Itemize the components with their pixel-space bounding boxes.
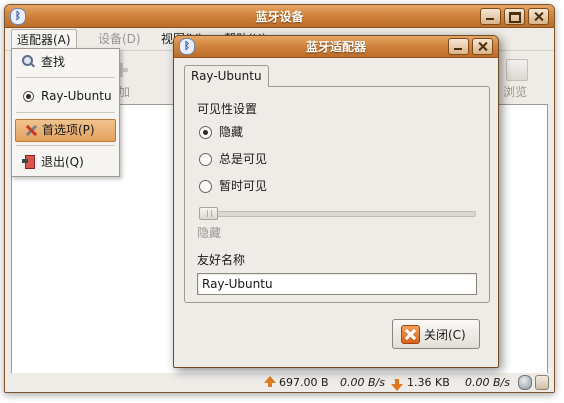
download-rate: 0.00 B/s [465,376,510,389]
menu-device[interactable]: 设备(D) [93,31,146,48]
statusbar: 697.00 B 0.00 B/s 1.36 KB 0.00 B/s [5,373,554,392]
upload-total: 697.00 B [279,376,329,389]
storage-icon[interactable] [535,375,549,390]
radio-always-visible-label: 总是可见 [219,152,268,166]
radio-unchecked-icon [199,153,212,166]
close-icon [401,325,420,344]
preferences-icon [25,124,38,137]
quit-icon [22,155,35,169]
radio-selected-icon [22,90,35,103]
menu-item-quit[interactable]: 退出(Q) [13,151,118,173]
adapter-dialog: ᛒ 蓝牙适配器 Ray-Ubuntu 可见性设置 隐藏 总是可见 暂时可见 隐藏… [173,35,499,368]
menu-item-adapter-label: Ray-Ubuntu [41,89,112,103]
radio-always-visible[interactable]: 总是可见 [199,150,267,168]
menu-item-adapter[interactable]: Ray-Ubuntu [13,85,118,107]
radio-hidden[interactable]: 隐藏 [199,123,243,141]
close-window-button[interactable] [528,8,549,25]
browse-icon [506,59,528,81]
menu-item-preferences-label: 首选项(P) [42,123,95,137]
menu-item-find[interactable]: 查找 [13,51,118,73]
menu-item-find-label: 查找 [41,55,66,69]
tab-adapter[interactable]: Ray-Ubuntu [184,65,269,87]
dialog-minimize-button[interactable] [448,38,469,55]
minimize-button[interactable] [480,8,501,25]
radio-unchecked-icon [199,180,212,193]
visibility-slider-handle[interactable] [199,207,218,220]
menu-item-preferences[interactable]: 首选项(P) [15,119,116,142]
menu-separator [16,112,115,113]
friendly-name-label: 友好名称 [197,253,246,267]
dialog-titlebar[interactable]: ᛒ 蓝牙适配器 [174,36,498,58]
download-total: 1.36 KB [407,376,450,389]
download-arrow-icon [391,379,403,391]
radio-checked-icon [199,126,212,139]
window-title: 蓝牙设备 [255,10,304,24]
find-icon [22,55,35,68]
tab-panel: 可见性设置 隐藏 总是可见 暂时可见 隐藏 友好名称 Ray-Ubuntu [184,86,490,303]
menu-item-quit-label: 退出(Q) [41,155,84,169]
visibility-heading: 可见性设置 [197,102,258,116]
menu-adapter[interactable]: 适配器(A) [11,29,77,50]
dialog-close-window-button[interactable] [472,38,493,55]
radio-temporarily-visible[interactable]: 暂时可见 [199,177,267,195]
toolbar-browse-label[interactable]: 浏览 [503,83,527,100]
friendly-name-input[interactable]: Ray-Ubuntu [197,273,477,295]
upload-arrow-icon [264,376,276,387]
visibility-slider-track[interactable] [199,211,476,217]
maximize-button[interactable] [504,8,525,25]
security-icon[interactable] [518,375,532,390]
upload-rate: 0.00 B/s [340,376,385,389]
adapter-menu: 查找 Ray-Ubuntu 首选项(P) 退出(Q) [11,48,120,177]
slider-caption: 隐藏 [197,226,222,240]
radio-temporarily-visible-label: 暂时可见 [219,179,268,193]
menu-separator [16,77,115,78]
radio-hidden-label: 隐藏 [219,125,244,139]
close-button-label: 关闭(C) [424,328,466,342]
close-button[interactable]: 关闭(C) [392,319,480,349]
main-titlebar[interactable]: ᛒ 蓝牙设备 [5,5,554,28]
menu-separator [16,145,115,146]
